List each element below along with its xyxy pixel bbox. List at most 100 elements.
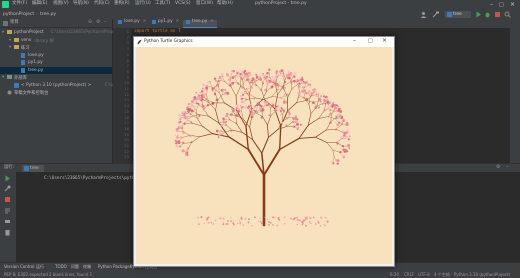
close-tab-icon[interactable]: × bbox=[143, 19, 147, 24]
project-tree-item[interactable]: ▾ 外部库 bbox=[0, 74, 112, 81]
stop-icon[interactable] bbox=[494, 11, 501, 18]
gear-icon[interactable]: ⚙ bbox=[96, 20, 100, 25]
blossom-petal bbox=[297, 126, 300, 129]
blossom-petal bbox=[205, 86, 209, 90]
run-tab[interactable]: tree bbox=[22, 165, 44, 172]
chevron-down-icon[interactable]: ▾ bbox=[2, 75, 4, 80]
tool-window-button[interactable]: 终端 bbox=[83, 265, 91, 269]
project-tree-item[interactable]: love.py bbox=[0, 52, 112, 59]
turtle-canvas[interactable] bbox=[136, 47, 392, 264]
tab-label: py1.py bbox=[158, 19, 173, 24]
caret-position[interactable]: 6:20 bbox=[390, 272, 399, 277]
blossom-petal bbox=[294, 115, 297, 118]
menu-item[interactable]: 编辑(E) bbox=[32, 1, 47, 7]
tool-window-button[interactable]: 运行 bbox=[36, 265, 44, 269]
editor-tab-bar: love.py × py1.py × tree.py × bbox=[113, 19, 520, 28]
maximize-icon[interactable]: □ bbox=[499, 2, 504, 8]
breadcrumb-project[interactable]: pythonProject bbox=[3, 12, 34, 17]
wrench-icon[interactable] bbox=[4, 185, 11, 192]
window-title: pythonProject - tree.py bbox=[255, 1, 307, 6]
soft-wrap-icon[interactable] bbox=[4, 207, 11, 214]
hammer-icon[interactable] bbox=[432, 11, 442, 18]
fallen-petal bbox=[203, 222, 205, 225]
fallen-petal bbox=[212, 223, 215, 225]
file-encoding[interactable]: UTF-8 bbox=[418, 272, 430, 277]
run-config-select[interactable]: tree bbox=[445, 11, 471, 18]
menu-item[interactable]: 工具(T) bbox=[155, 1, 170, 7]
status-message[interactable]: PEP 8: E302 expected 2 blank lines, foun… bbox=[4, 272, 92, 277]
run-icon[interactable] bbox=[475, 11, 482, 18]
project-tree-item[interactable]: 草稿文件和控制台 bbox=[0, 89, 112, 96]
project-tree-item[interactable]: ▾ pythonProject C:\Users\23665\PycharmProj… bbox=[0, 29, 152, 36]
blossom-petal bbox=[342, 120, 345, 122]
line-number: 21 bbox=[124, 143, 129, 148]
maximize-icon[interactable]: □ bbox=[368, 39, 373, 44]
blossom-petal bbox=[226, 91, 229, 95]
tab-love-py[interactable]: love.py × bbox=[115, 19, 149, 27]
fallen-petal bbox=[240, 217, 243, 220]
tool-window-button[interactable]: Version Control bbox=[4, 265, 34, 269]
python-file-icon bbox=[152, 20, 156, 25]
blossom-petal bbox=[219, 92, 221, 95]
close-tab-icon[interactable]: × bbox=[210, 19, 214, 24]
close-icon[interactable]: × bbox=[382, 38, 387, 44]
hide-icon[interactable]: – bbox=[506, 165, 509, 170]
menu-item[interactable]: 重构(R) bbox=[114, 1, 130, 7]
search-icon[interactable] bbox=[504, 11, 511, 18]
minimize-icon[interactable]: – bbox=[353, 38, 356, 44]
debug-icon[interactable] bbox=[484, 11, 491, 18]
breadcrumb-file[interactable]: tree.py bbox=[40, 12, 56, 17]
tree-branch bbox=[262, 116, 268, 126]
close-icon[interactable]: × bbox=[510, 1, 515, 8]
tool-window-button[interactable]: TODO bbox=[55, 265, 67, 269]
project-tree-item[interactable]: ▾ 练习 bbox=[0, 44, 112, 51]
rerun-icon[interactable] bbox=[4, 175, 11, 182]
indent-setting[interactable]: 4 个空格 bbox=[434, 272, 450, 278]
trash-icon[interactable] bbox=[4, 229, 11, 236]
menu-item[interactable]: 视图(V) bbox=[53, 1, 69, 7]
tree-branch bbox=[280, 97, 286, 101]
menu-item[interactable]: 运行(U) bbox=[135, 1, 151, 7]
user-icon[interactable] bbox=[420, 11, 427, 18]
menu-item[interactable]: 帮助(H) bbox=[217, 1, 233, 7]
blossom-petal bbox=[240, 99, 244, 102]
blossom-petal bbox=[273, 79, 276, 81]
blossom-petal bbox=[183, 115, 185, 118]
line-separator[interactable]: CRLF bbox=[404, 272, 414, 277]
project-tree-item[interactable]: tree.py bbox=[0, 66, 112, 74]
chevron-down-icon[interactable]: ▾ bbox=[9, 38, 11, 43]
menu-item[interactable]: 文件(F) bbox=[12, 1, 27, 7]
hide-icon[interactable]: – bbox=[104, 20, 107, 25]
menu-item[interactable]: 窗口(W) bbox=[196, 1, 213, 7]
stop-icon[interactable] bbox=[4, 196, 11, 203]
menu-item[interactable]: 代码(C) bbox=[94, 1, 110, 7]
python-interpreter[interactable]: Python 3.10 (pythonProject) bbox=[454, 272, 510, 277]
tab-tree-py[interactable]: tree.py × bbox=[183, 19, 217, 28]
project-panel-title[interactable]: 项目 bbox=[10, 20, 19, 25]
gear-icon[interactable]: ⚙ bbox=[496, 165, 500, 170]
close-tab-icon[interactable]: × bbox=[176, 19, 180, 24]
fallen-petal bbox=[306, 218, 308, 220]
tool-window-button[interactable]: 问题 bbox=[71, 265, 79, 269]
project-tree-item[interactable]: ▾ venv library 根 bbox=[0, 37, 112, 44]
tool-window-button[interactable]: Python Packages bbox=[98, 265, 132, 269]
line-number: 14 bbox=[124, 103, 129, 109]
chevron-down-icon[interactable]: ▾ bbox=[2, 30, 4, 35]
blossom-petal bbox=[234, 74, 238, 77]
tab-py1-py[interactable]: py1.py × bbox=[149, 19, 182, 27]
blossom-petal bbox=[226, 73, 229, 76]
minimize-icon[interactable]: – bbox=[490, 1, 493, 8]
menu-item[interactable]: 导航(N) bbox=[73, 1, 89, 7]
menu-item[interactable]: VCS(S) bbox=[175, 1, 190, 7]
blossom-petal bbox=[348, 135, 351, 138]
tree-branch bbox=[249, 117, 252, 128]
print-icon[interactable] bbox=[4, 218, 11, 225]
collapse-all-icon[interactable]: ⊖ bbox=[88, 20, 92, 25]
blossom-petal bbox=[184, 151, 187, 153]
blossom-petal bbox=[252, 106, 256, 110]
project-tree-item[interactable]: < Python 3.10 (pythonProject) >C:\Users\… bbox=[0, 82, 128, 89]
blossom-petal bbox=[285, 117, 288, 120]
chevron-down-icon[interactable]: ▾ bbox=[9, 45, 11, 50]
project-tree-item[interactable]: py1.py bbox=[0, 59, 112, 66]
blossom-petal bbox=[273, 109, 277, 112]
